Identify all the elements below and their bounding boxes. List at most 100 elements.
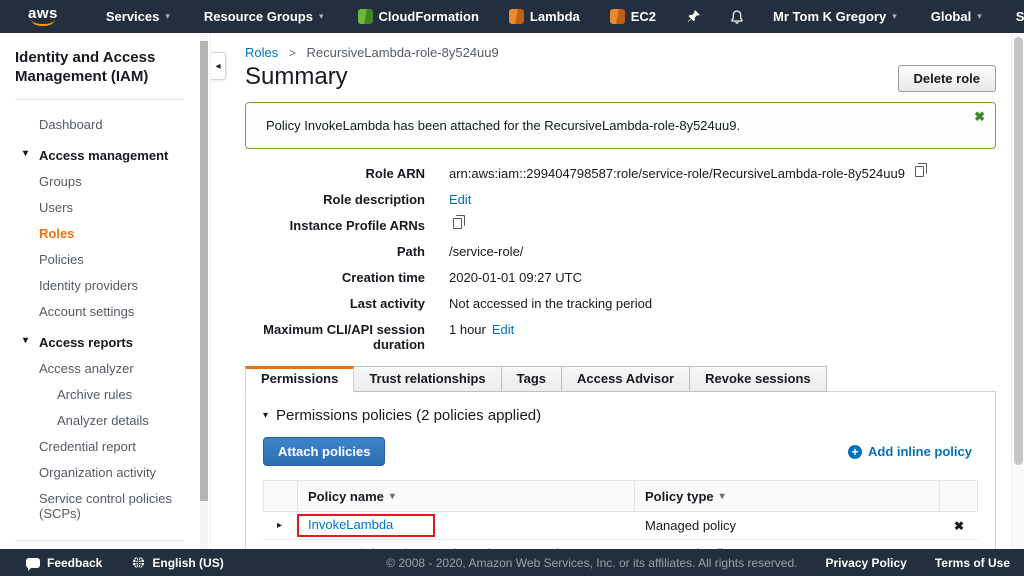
nav-region-menu[interactable]: Global ▾: [931, 9, 982, 24]
top-navbar: aws Services ▾ Resource Groups ▾ CloudFo…: [0, 0, 1024, 33]
footer: Feedback English (US) © 2008 - 2020, Ama…: [0, 549, 1024, 576]
sidebar-collapse-button[interactable]: ◂: [211, 52, 226, 80]
breadcrumb-separator-icon: >: [289, 46, 296, 60]
vertical-scrollbar[interactable]: [1011, 33, 1024, 549]
add-inline-policy-link[interactable]: + Add inline policy: [848, 444, 972, 459]
chevron-down-icon: ▾: [892, 11, 897, 22]
tab-trust-relationships[interactable]: Trust relationships: [354, 366, 501, 392]
caret-down-icon: ▾: [263, 410, 268, 421]
detail-row-path: Path /service-role/: [245, 244, 996, 259]
detail-row-role-arn: Role ARN arn:aws:iam::299404798587:role/…: [245, 166, 996, 181]
breadcrumb-current: RecursiveLambda-role-8y524uu9: [307, 45, 499, 60]
sidebar-item-access-analyzer[interactable]: Access analyzer: [15, 356, 184, 382]
nav-resource-groups-menu[interactable]: Resource Groups ▾: [204, 9, 324, 24]
highlight-annotation-box: InvokeLambda: [297, 514, 435, 537]
sidebar-item-policies[interactable]: Policies: [15, 247, 184, 273]
cloudformation-icon: [358, 9, 373, 24]
feedback-bubble-icon: [26, 558, 40, 568]
divider: [15, 540, 184, 541]
copyright-text: © 2008 - 2020, Amazon Web Services, Inc.…: [386, 556, 797, 570]
nav-user-menu[interactable]: Mr Tom K Gregory ▾: [773, 9, 897, 24]
policy-type-column-header[interactable]: Policy type ▾: [634, 481, 939, 511]
privacy-policy-link[interactable]: Privacy Policy: [825, 556, 906, 570]
sidebar-item-account-settings[interactable]: Account settings: [15, 299, 184, 325]
sidebar-section-access-reports[interactable]: ▾Access reports: [15, 330, 184, 356]
main-content: ◂ Roles > RecursiveLambda-role-8y524uu9 …: [211, 33, 1024, 549]
breadcrumb-roles-link[interactable]: Roles: [245, 45, 278, 60]
edit-session-duration-link[interactable]: Edit: [492, 322, 514, 337]
sidebar-item-identity-providers[interactable]: Identity providers: [15, 273, 184, 299]
sidebar-scrollbar[interactable]: [200, 33, 208, 549]
tab-tags[interactable]: Tags: [502, 366, 562, 392]
chevron-down-icon: ▾: [319, 11, 324, 22]
aws-logo-smile-icon: [31, 19, 55, 26]
policy-name-column-header[interactable]: Policy name ▾: [297, 481, 634, 511]
detach-policy-icon[interactable]: ✖: [940, 519, 978, 533]
sidebar-scrollbar-thumb[interactable]: [200, 41, 208, 501]
notifications-bell-icon[interactable]: [729, 9, 745, 25]
sidebar-item-archive-rules[interactable]: Archive rules: [15, 382, 184, 408]
policy-row-awslambdabasicexecutionrole: ▸ AWSLambdaBasicExecutionRole-0174c71d-6…: [263, 540, 978, 549]
detach-policy-icon[interactable]: ✖: [940, 547, 978, 550]
detail-row-role-description: Role description Edit: [245, 192, 996, 207]
sidebar-item-organization-activity[interactable]: Organization activity: [15, 460, 184, 486]
terms-of-use-link[interactable]: Terms of Use: [935, 556, 1010, 570]
detail-row-max-session-duration: Maximum CLI/API session duration 1 hourE…: [245, 322, 996, 352]
caret-down-icon: ▾: [23, 335, 28, 346]
divider: [15, 99, 184, 100]
copy-icon[interactable]: [915, 166, 924, 177]
attach-policies-button[interactable]: Attach policies: [263, 437, 385, 466]
nav-shortcut-lambda[interactable]: Lambda: [509, 9, 580, 24]
policies-table-header: Policy name ▾ Policy type ▾: [263, 481, 978, 512]
sidebar-item-roles[interactable]: Roles: [15, 221, 184, 247]
chevron-down-icon: ▾: [977, 11, 982, 22]
detail-row-creation-time: Creation time 2020-01-01 09:27 UTC: [245, 270, 996, 285]
tab-bar: Permissions Trust relationships Tags Acc…: [245, 366, 996, 392]
language-selector[interactable]: English (US): [132, 556, 223, 570]
nav-support-menu[interactable]: Support ▾: [1016, 9, 1024, 24]
tab-access-advisor[interactable]: Access Advisor: [562, 366, 690, 392]
edit-description-link[interactable]: Edit: [449, 192, 471, 207]
sidebar-item-scps[interactable]: Service control policies (SCPs): [15, 486, 184, 527]
policy-link-awslambdabasicexecutionrole[interactable]: AWSLambdaBasicExecutionRole-0174c71d-646…: [306, 546, 635, 549]
pin-icon[interactable]: [686, 9, 701, 24]
page-title: Summary: [245, 63, 348, 91]
aws-logo[interactable]: aws: [28, 7, 58, 26]
sidebar-item-groups[interactable]: Groups: [15, 169, 184, 195]
breadcrumb: Roles > RecursiveLambda-role-8y524uu9: [245, 45, 996, 60]
success-alert: Policy InvokeLambda has been attached fo…: [245, 102, 996, 149]
sidebar: Identity and Access Management (IAM) Das…: [0, 33, 211, 549]
delete-role-button[interactable]: Delete role: [898, 65, 996, 92]
expand-row-icon[interactable]: ▸: [263, 548, 296, 549]
nav-shortcut-cloudformation[interactable]: CloudFormation: [358, 9, 479, 24]
sidebar-item-credential-report[interactable]: Credential report: [15, 434, 184, 460]
permissions-policies-section-toggle[interactable]: ▾ Permissions policies (2 policies appli…: [263, 407, 978, 424]
tab-permissions[interactable]: Permissions: [245, 366, 354, 393]
expander-column-header: [264, 481, 297, 511]
close-icon[interactable]: ✖: [974, 109, 985, 125]
policy-link-invokelambda[interactable]: InvokeLambda: [308, 517, 393, 532]
feedback-button[interactable]: Feedback: [26, 556, 102, 570]
nav-services-menu[interactable]: Services ▾: [106, 9, 170, 24]
caret-down-icon: ▾: [23, 148, 28, 159]
iam-console-window: aws Services ▾ Resource Groups ▾ CloudFo…: [0, 0, 1024, 576]
sidebar-item-users[interactable]: Users: [15, 195, 184, 221]
actions-column-header: [939, 481, 977, 511]
success-alert-message: Policy InvokeLambda has been attached fo…: [266, 118, 740, 133]
sidebar-section-access-management[interactable]: ▾Access management: [15, 143, 184, 169]
ec2-icon: [610, 9, 625, 24]
sidebar-item-dashboard[interactable]: Dashboard: [15, 112, 184, 138]
globe-icon: [132, 556, 145, 569]
nav-shortcut-ec2[interactable]: EC2: [610, 9, 656, 24]
tab-revoke-sessions[interactable]: Revoke sessions: [690, 366, 827, 392]
detail-row-instance-profile-arns: Instance Profile ARNs: [245, 218, 996, 233]
policy-row-invokelambda: ▸ InvokeLambda Managed policy ✖: [263, 512, 978, 540]
policy-type-cell: Managed policy: [635, 546, 940, 549]
caret-left-icon: ◂: [215, 61, 220, 72]
detail-row-last-activity: Last activity Not accessed in the tracki…: [245, 296, 996, 311]
role-arn-value: arn:aws:iam::299404798587:role/service-r…: [449, 166, 905, 181]
copy-icon[interactable]: [453, 218, 462, 229]
sidebar-item-analyzer-details[interactable]: Analyzer details: [15, 408, 184, 434]
vertical-scrollbar-thumb[interactable]: [1014, 37, 1023, 465]
expand-row-icon[interactable]: ▸: [263, 520, 296, 531]
